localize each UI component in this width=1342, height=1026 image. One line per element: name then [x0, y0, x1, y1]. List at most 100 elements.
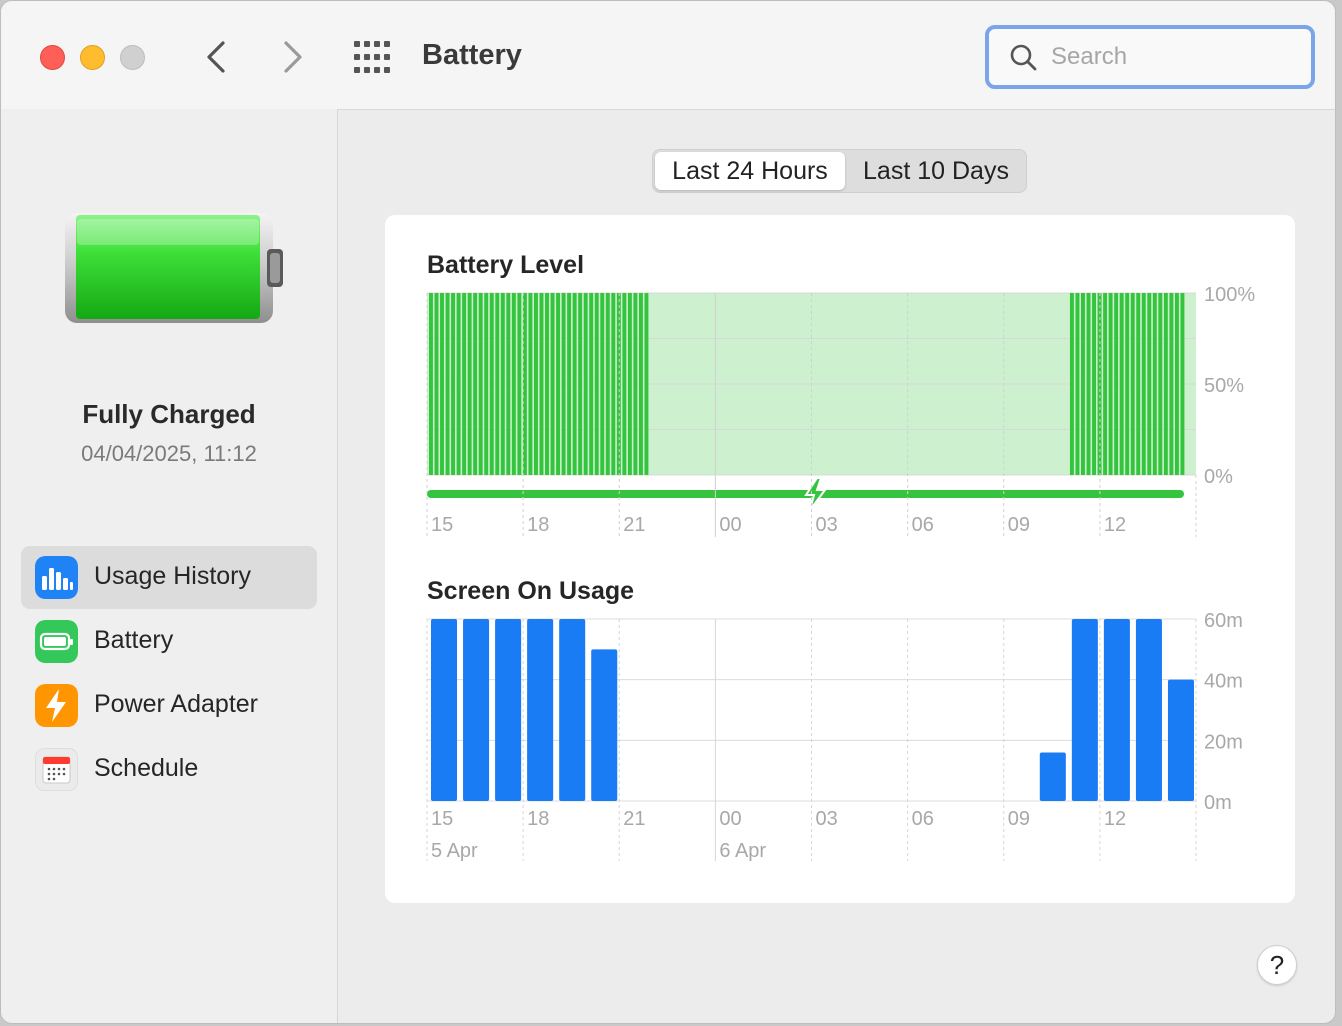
battery-level-bar: [1147, 293, 1152, 475]
battery-level-bar: [478, 293, 483, 475]
y-tick-label: 20m: [1204, 731, 1243, 753]
settings-window: Battery Fully Charged: [0, 0, 1336, 1024]
battery-level-bar: [440, 293, 444, 475]
x-tick-label: 15: [431, 808, 453, 830]
x-tick-label: 09: [1008, 808, 1030, 830]
screen-usage-bar: [559, 619, 586, 801]
battery-level-bar: [622, 293, 627, 475]
screen-usage-bar: [1103, 619, 1130, 801]
battery-level-bar: [456, 293, 461, 475]
segment-last-24-hours[interactable]: Last 24 Hours: [655, 152, 845, 190]
back-button[interactable]: [197, 37, 237, 77]
sidebar-item-label: Battery: [94, 626, 174, 654]
battery-level-bar: [539, 293, 544, 475]
battery-level-bar: [550, 293, 555, 475]
chevron-left-icon: [207, 41, 225, 73]
screen-usage-bar: [527, 619, 554, 801]
screen-on-usage-chart: 60m 40m 20m 0m 15 18 21 00 03 06 09 12 5 Apr 6 Apr: [426, 611, 1243, 862]
x-tick-label: 12: [1104, 514, 1126, 536]
battery-level-bar: [594, 293, 599, 475]
date-label: 5 Apr: [431, 840, 478, 862]
sidebar-item-label: Usage History: [94, 562, 251, 590]
help-button[interactable]: ?: [1257, 945, 1297, 985]
bar-chart-icon: [35, 556, 78, 599]
sidebar-item-label: Power Adapter: [94, 690, 258, 718]
battery-level-chart: 100% 50% 0% 15 18 21 00 03 06 09 12: [426, 285, 1255, 537]
sidebar-item-usage-history[interactable]: Usage History: [21, 546, 317, 609]
battery-level-bar: [600, 293, 605, 475]
battery-full-icon: [65, 213, 283, 323]
x-tick-label: 06: [912, 514, 934, 536]
usage-history-card: Battery Level 100% 50% 0% 15 18 21 00 03 06 09 12 …: [385, 215, 1295, 903]
y-tick-label: 100%: [1204, 285, 1255, 306]
sidebar-item-schedule[interactable]: Schedule: [21, 738, 317, 801]
battery-level-bar: [1119, 293, 1124, 475]
battery-status-title: Fully Charged: [82, 399, 256, 429]
battery-level-bar: [533, 293, 538, 475]
battery-level-bar: [545, 293, 549, 475]
grid-icon: [354, 41, 390, 73]
x-tick-label: 06: [912, 808, 934, 830]
charging-bolt-shape: [804, 477, 827, 511]
battery-level-bar: [451, 293, 456, 475]
y-tick-label: 60m: [1204, 611, 1243, 632]
screen-usage-bar: [431, 619, 458, 801]
battery-level-bar: [517, 293, 522, 475]
sidebar-item-power-adapter[interactable]: Power Adapter: [21, 674, 317, 737]
battery-level-bar: [484, 293, 489, 475]
battery-level-bar: [429, 293, 433, 475]
battery-level-bar: [611, 293, 616, 475]
battery-level-bar: [633, 293, 638, 475]
battery-level-bar: [434, 293, 439, 475]
battery-level-bar: [567, 293, 572, 475]
battery-level-bar: [1136, 293, 1141, 475]
segment-last-10-days[interactable]: Last 10 Days: [847, 152, 1025, 190]
battery-level-bar: [1081, 293, 1085, 475]
battery-level-bar: [644, 293, 649, 475]
battery-level-bar: [1152, 293, 1157, 475]
y-tick-label: 0m: [1204, 792, 1232, 814]
zoom-button[interactable]: [120, 45, 145, 70]
battery-level-bar: [578, 293, 583, 475]
search-field[interactable]: [985, 25, 1315, 89]
search-icon: [1010, 44, 1037, 71]
battery-level-bar: [561, 293, 566, 475]
battery-level-bar: [1174, 293, 1179, 475]
x-tick-label: 18: [527, 514, 549, 536]
battery-level-bar: [1069, 293, 1074, 475]
x-tick-label: 03: [816, 514, 838, 536]
battery-status-date: 04/04/2025, 11:12: [81, 441, 257, 466]
battery-level-bar: [1169, 293, 1174, 475]
search-input[interactable]: [1049, 41, 1293, 73]
battery-level-bar: [627, 293, 632, 475]
battery-level-bar: [506, 293, 511, 475]
battery-level-chart-title: Battery Level: [427, 251, 585, 279]
y-tick-label: 40m: [1204, 671, 1243, 693]
chevron-right-icon: [284, 41, 302, 73]
sidebar-item-battery[interactable]: Battery: [21, 610, 317, 673]
screen-usage-bar: [1071, 619, 1098, 801]
x-tick-label: 15: [431, 514, 453, 536]
window-title: Battery: [422, 39, 522, 71]
battery-level-bar: [489, 293, 494, 475]
screen-usage-bar: [1039, 752, 1066, 801]
minimize-button[interactable]: [80, 45, 105, 70]
battery-level-bar: [473, 293, 478, 475]
battery-level-bar: [511, 293, 516, 475]
sidebar: Fully Charged 04/04/2025, 11:12 Usage Hi…: [1, 109, 338, 1023]
battery-icon: [35, 620, 78, 663]
x-tick-label: 00: [719, 514, 741, 536]
battery-level-bar: [1141, 293, 1146, 475]
forward-button[interactable]: [272, 37, 312, 77]
show-all-button[interactable]: [352, 39, 392, 75]
screen-usage-bar: [463, 619, 490, 801]
battery-level-bar: [1163, 293, 1168, 475]
x-tick-label: 21: [623, 808, 645, 830]
close-button[interactable]: [40, 45, 65, 70]
battery-level-bar: [1092, 293, 1096, 475]
battery-level-bar: [638, 293, 643, 475]
battery-level-bar: [1075, 293, 1080, 475]
lightning-icon: [35, 684, 78, 727]
x-tick-label: 18: [527, 808, 549, 830]
battery-level-bar: [1108, 293, 1113, 475]
